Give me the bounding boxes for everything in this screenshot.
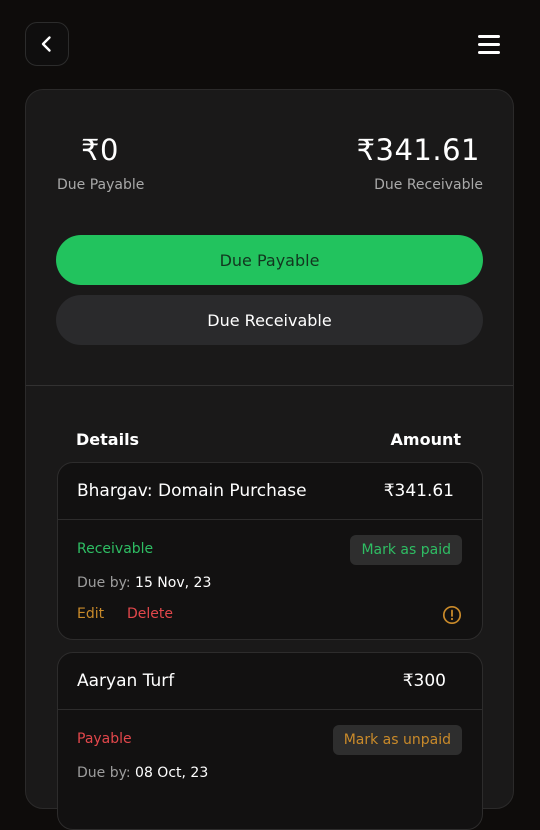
menu-button[interactable] bbox=[470, 32, 508, 56]
exclamation-circle-icon[interactable] bbox=[442, 605, 462, 625]
entry-amount: ₹300 bbox=[402, 671, 446, 691]
tab-due-receivable[interactable]: Due Receivable bbox=[56, 295, 483, 345]
due-date: Due by: 15 Nov, 23 bbox=[77, 575, 212, 591]
due-entry-card[interactable]: Aaryan Turf ₹300 Payable Mark as unpaid … bbox=[57, 652, 483, 830]
tab-due-payable[interactable]: Due Payable bbox=[56, 235, 483, 285]
edit-link[interactable]: Edit bbox=[77, 606, 104, 622]
mark-as-unpaid-button[interactable]: Mark as unpaid bbox=[332, 725, 462, 755]
receivable-amount: ₹341.61 bbox=[356, 133, 480, 167]
back-button[interactable] bbox=[25, 22, 69, 66]
hamburger-menu-icon bbox=[478, 35, 500, 38]
details-column-header: Details bbox=[76, 430, 140, 449]
dues-panel: ₹0 Due Payable ₹341.61 Due Receivable Du… bbox=[25, 89, 514, 830]
mark-as-paid-button[interactable]: Mark as paid bbox=[350, 535, 462, 565]
chevron-left-icon bbox=[41, 36, 51, 52]
card-divider bbox=[58, 519, 482, 520]
entry-title: Aaryan Turf bbox=[77, 671, 175, 691]
receivable-label: Due Receivable bbox=[374, 177, 483, 193]
entry-title: Bhargav: Domain Purchase bbox=[77, 481, 307, 501]
amount-column-header: Amount bbox=[390, 430, 461, 449]
status-badge: Payable bbox=[77, 731, 132, 747]
status-badge: Receivable bbox=[77, 541, 154, 557]
due-entry-card[interactable]: Bhargav: Domain Purchase ₹341.61 Receiva… bbox=[57, 462, 483, 640]
delete-link[interactable]: Delete bbox=[127, 606, 173, 622]
payable-label: Due Payable bbox=[57, 177, 145, 193]
due-date: Due by: 08 Oct, 23 bbox=[77, 765, 209, 781]
card-divider bbox=[58, 709, 482, 710]
payable-amount: ₹0 bbox=[81, 133, 119, 167]
divider bbox=[26, 385, 513, 386]
entry-amount: ₹341.61 bbox=[383, 481, 454, 501]
